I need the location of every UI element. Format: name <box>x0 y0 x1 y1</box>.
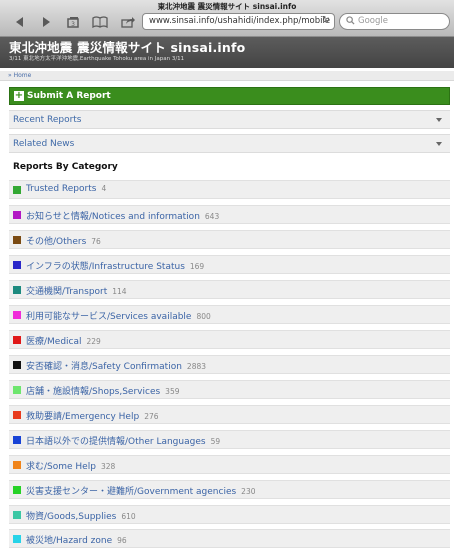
forward-arrow-icon <box>43 17 50 27</box>
category-color-swatch <box>13 436 21 444</box>
category-count: 276 <box>144 412 159 421</box>
category-count: 328 <box>100 462 116 471</box>
category-link[interactable]: 利用可能なサービス/Services available 800 <box>26 309 211 322</box>
reload-icon[interactable]: ↻ <box>322 15 330 26</box>
category-item[interactable]: その他/Others 76 <box>9 230 450 249</box>
category-link[interactable]: 物資/Goods,Supplies 610 <box>26 509 136 522</box>
category-link[interactable]: 店舗・施設情報/Shops,Services 359 <box>26 384 180 397</box>
category-color-swatch <box>13 535 21 543</box>
category-item[interactable]: 交通機関/Transport 114 <box>9 280 450 299</box>
category-count: 59 <box>210 437 221 446</box>
submit-report-button[interactable]: + Submit A Report <box>9 87 450 105</box>
category-heading: Reports By Category <box>13 162 118 172</box>
category-color-swatch <box>13 211 21 219</box>
address-bar[interactable]: www.sinsai.info/ushahidi/index.php/mobil… <box>142 13 335 30</box>
url-text: www.sinsai.info/ushahidi/index.php/mobil… <box>149 16 331 26</box>
back-arrow-icon <box>16 17 23 27</box>
category-link[interactable]: 求む/Some Help 328 <box>26 459 115 472</box>
category-color-swatch <box>13 511 21 519</box>
category-count: 800 <box>196 312 211 321</box>
category-item[interactable]: 安否確認・消息/Safety Confirmation 2883 <box>9 355 450 374</box>
category-item[interactable]: 店舗・施設情報/Shops,Services 359 <box>9 380 450 399</box>
site-header: 東北沖地震 震災情報サイト sinsai.info 3/11 東北地方太平洋沖地… <box>0 37 454 68</box>
bookmarks-button[interactable] <box>90 14 110 30</box>
category-color-swatch <box>13 411 21 419</box>
category-link[interactable]: 被災地/Hazard zone 96 <box>26 533 127 546</box>
category-count: 229 <box>86 337 101 346</box>
category-item[interactable]: 利用可能なサービス/Services available 800 <box>9 305 450 324</box>
category-item[interactable]: 求む/Some Help 328 <box>9 455 450 474</box>
category-link[interactable]: 救助要請/Emergency Help 276 <box>26 409 159 422</box>
category-color-swatch <box>13 361 21 369</box>
tab-title: 東北沖地震 震災情報サイト sinsai.info <box>157 2 297 11</box>
category-count: 359 <box>165 387 180 396</box>
category-link[interactable]: 交通機関/Transport 114 <box>26 284 127 297</box>
category-item[interactable]: 日本語以外での提供情報/Other Languages 59 <box>9 430 450 449</box>
forward-button[interactable] <box>36 14 56 30</box>
recent-reports-toggle[interactable]: Recent Reports <box>9 110 450 129</box>
category-link[interactable]: その他/Others 76 <box>26 234 101 247</box>
category-count: 96 <box>117 536 127 545</box>
back-button[interactable] <box>10 14 30 30</box>
category-link[interactable]: インフラの状態/Infrastructure Status 169 <box>26 259 204 272</box>
section-label: Related News <box>13 139 75 149</box>
category-item[interactable]: 物資/Goods,Supplies 610 <box>9 505 450 524</box>
category-color-swatch <box>13 461 21 469</box>
related-news-toggle[interactable]: Related News <box>9 134 450 153</box>
submit-report-label: Submit A Report <box>27 91 111 101</box>
tabs-button[interactable]: 3 <box>63 14 83 30</box>
category-link[interactable]: 災害支援センター・避難所/Government agencies 230 <box>26 484 256 497</box>
category-item[interactable]: 救助要請/Emergency Help 276 <box>9 405 450 424</box>
category-count: 2883 <box>186 362 207 371</box>
category-link[interactable]: 安否確認・消息/Safety Confirmation 2883 <box>26 359 206 372</box>
category-count: 114 <box>112 287 127 296</box>
category-count: 643 <box>204 212 220 221</box>
category-count: 230 <box>241 487 256 496</box>
category-count: 610 <box>121 512 136 521</box>
category-color-swatch <box>13 486 21 494</box>
category-color-swatch <box>13 311 21 319</box>
category-color-swatch <box>13 386 21 394</box>
category-item[interactable]: 被災地/Hazard zone 96 <box>9 529 450 548</box>
site-subtitle: 3/11 東北地方太平洋沖地震,Earthquake Tohoku area i… <box>9 56 185 62</box>
category-link[interactable]: Trusted Reports 4 <box>26 184 106 194</box>
book-icon <box>92 16 108 28</box>
category-count: 169 <box>189 262 205 271</box>
category-color-swatch <box>13 186 21 194</box>
search-input[interactable]: Google <box>339 13 450 30</box>
site-title: 東北沖地震 震災情報サイト sinsai.info <box>9 40 246 55</box>
tabs-icon: 3 <box>67 17 79 28</box>
plus-icon: + <box>14 90 24 101</box>
category-link[interactable]: お知らせと情報/Notices and information 643 <box>26 209 219 222</box>
category-item[interactable]: インフラの状態/Infrastructure Status 169 <box>9 255 450 274</box>
category-color-swatch <box>13 286 21 294</box>
breadcrumb[interactable]: » Home <box>0 71 454 81</box>
chevron-down-icon <box>436 142 442 146</box>
category-item[interactable]: 医療/Medical 229 <box>9 330 450 349</box>
category-color-swatch <box>13 261 21 269</box>
category-color-swatch <box>13 236 21 244</box>
search-icon <box>346 16 355 25</box>
category-item[interactable]: Trusted Reports 4 <box>9 180 450 199</box>
category-color-swatch <box>13 336 21 344</box>
browser-toolbar: 東北沖地震 震災情報サイト sinsai.info 3 www.sinsai.i… <box>0 0 454 37</box>
category-count: 76 <box>91 237 101 246</box>
section-label: Recent Reports <box>13 115 82 125</box>
search-placeholder: Google <box>358 16 388 26</box>
category-link[interactable]: 医療/Medical 229 <box>26 334 101 347</box>
category-item[interactable]: 災害支援センター・避難所/Government agencies 230 <box>9 480 450 499</box>
svg-text:3: 3 <box>71 21 75 28</box>
category-count: 4 <box>101 184 107 193</box>
category-item[interactable]: お知らせと情報/Notices and information 643 <box>9 205 450 224</box>
share-button[interactable] <box>118 14 138 30</box>
share-icon <box>121 17 135 28</box>
chevron-down-icon <box>436 118 442 122</box>
category-link[interactable]: 日本語以外での提供情報/Other Languages 59 <box>26 434 220 447</box>
